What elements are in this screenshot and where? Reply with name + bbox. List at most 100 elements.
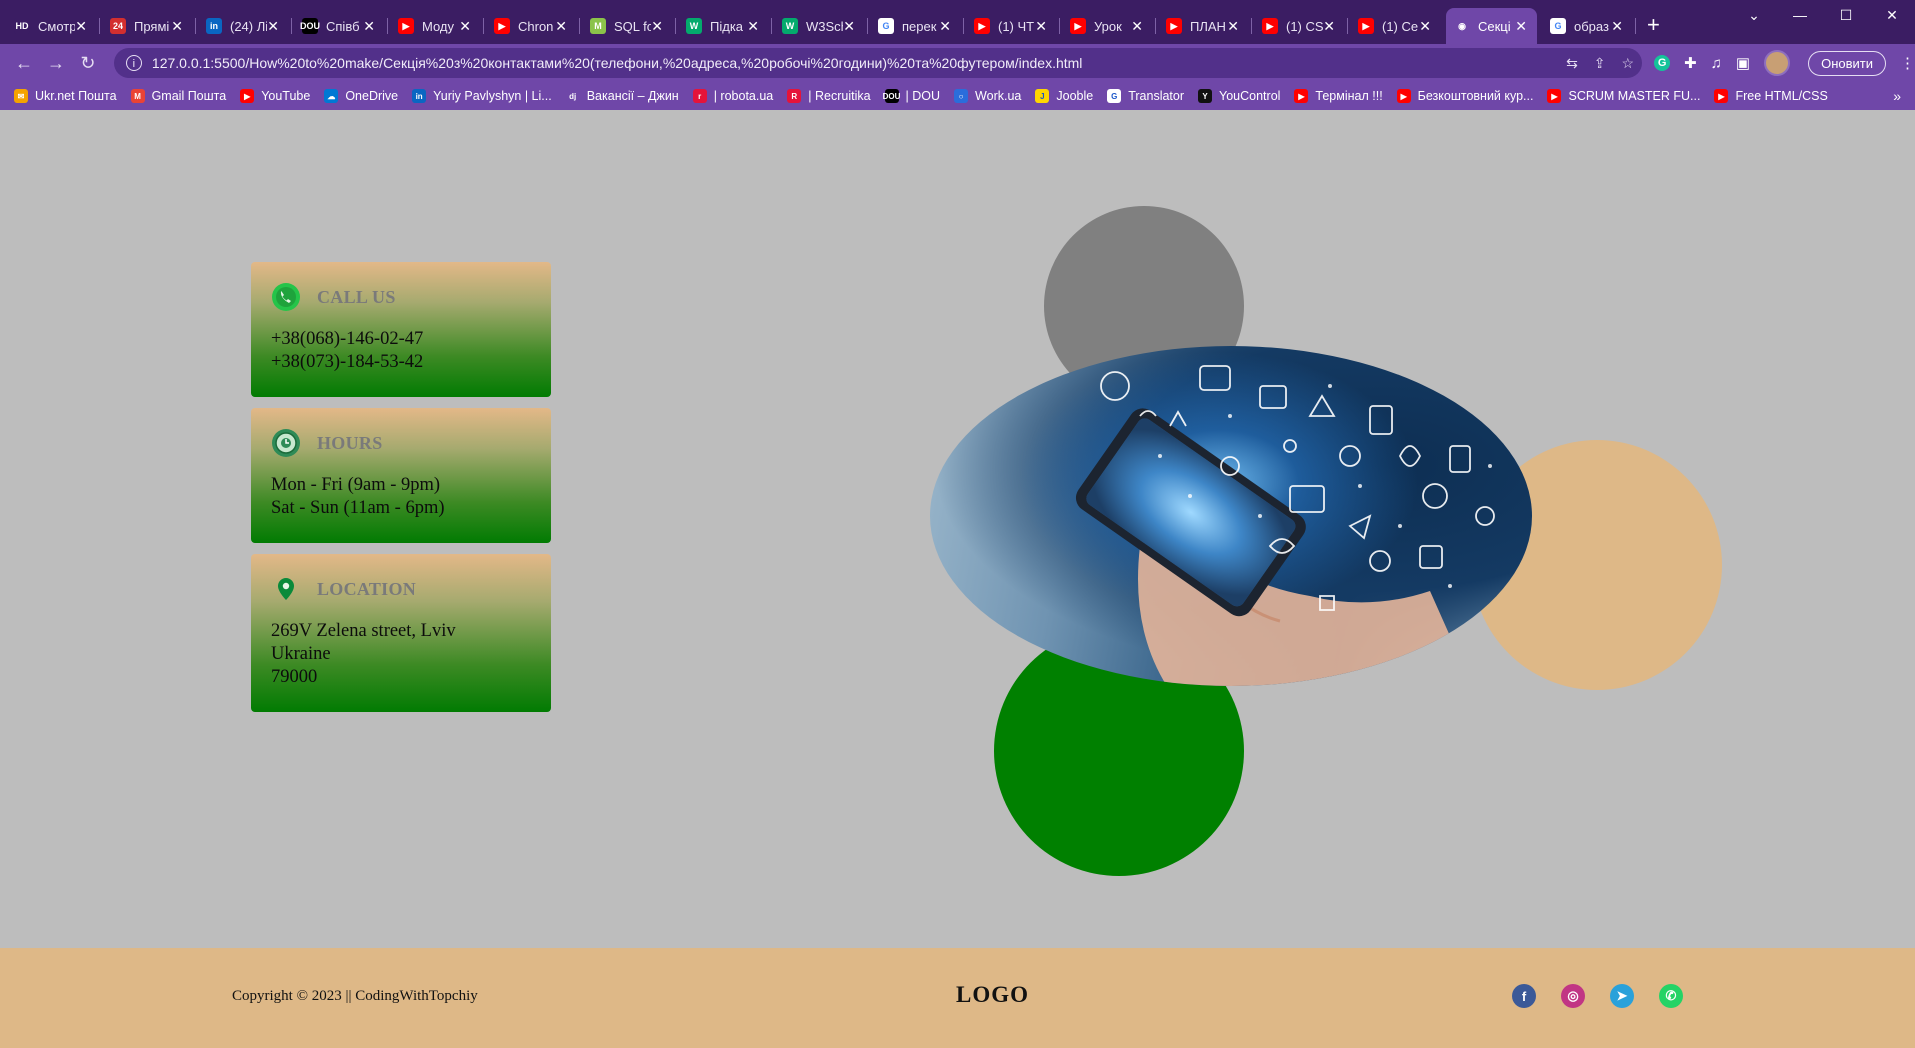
browser-tab[interactable]: W W3Sch✕ — [774, 8, 868, 44]
footer-logo[interactable]: LOGO — [956, 982, 1029, 1008]
close-tab-icon[interactable]: ✕ — [1323, 18, 1335, 35]
tab-list: HD Смотр ✕ 24 Прямі ✕ in (24) Лі ✕ DOU Співб ✕ ▶ Моду… — [0, 8, 1636, 44]
bookmark-item[interactable]: ✉ Ukr.net Пошта — [14, 89, 117, 103]
whatsapp-icon[interactable]: ✆ — [1659, 984, 1683, 1008]
translate-icon[interactable]: ⇆ — [1566, 55, 1578, 72]
browser-tab[interactable]: ▶ ПЛАН ✕ — [1158, 8, 1252, 44]
site-info-icon[interactable]: i — [125, 55, 142, 71]
bookmark-star-icon[interactable]: ☆ — [1622, 55, 1635, 72]
browser-tab[interactable]: Gперек ✕ — [870, 8, 964, 44]
reload-button[interactable]: ↻ — [72, 53, 104, 74]
close-tab-icon[interactable]: ✕ — [1515, 18, 1527, 35]
browser-tab[interactable]: Gобраз ✕ — [1542, 8, 1636, 44]
browser-tab[interactable]: ▶ Chron ✕ — [486, 8, 580, 44]
browser-tab[interactable]: ▶ Моду ✕ — [390, 8, 484, 44]
bookmark-item[interactable]: ▶ YouTube — [240, 89, 310, 103]
tab-title: (1) Се — [1382, 18, 1419, 34]
bookmark-item[interactable]: ▶ Free HTML/CSS — [1714, 89, 1828, 103]
tab-search-button[interactable]: ⌄ — [1731, 0, 1777, 30]
bookmark-item[interactable]: dj Вакансії – Джин — [565, 89, 679, 103]
address-postcode: 79000 — [271, 667, 318, 687]
menu-icon[interactable]: ⋮ — [1900, 54, 1915, 72]
bookmark-item[interactable]: G Translator — [1107, 89, 1184, 103]
browser-tab[interactable]: ◉ Секці ✕ — [1446, 8, 1537, 44]
bookmark-item[interactable]: M Gmail Пошта — [130, 89, 226, 103]
bookmark-label: Термінал !!! — [1315, 89, 1383, 103]
bookmark-favicon-icon: ○ — [954, 89, 969, 103]
close-tab-icon[interactable]: ✕ — [1131, 18, 1143, 35]
close-tab-icon[interactable]: ✕ — [1227, 18, 1239, 35]
m-icon: M — [590, 18, 606, 34]
bookmark-item[interactable]: in Yuriy Pavlyshyn | Li... — [412, 89, 552, 103]
browser-tab[interactable]: in (24) Лі ✕ — [198, 8, 292, 44]
bookmark-item[interactable]: ○ Work.ua — [954, 89, 1021, 103]
w3schools-icon: W — [686, 18, 702, 34]
browser-tab[interactable]: 24 Прямі ✕ — [102, 8, 196, 44]
bookmark-favicon-icon: DOU — [883, 89, 900, 103]
address-bar[interactable]: i 127.0.0.1:5500/How%20to%20make/Секція%… — [113, 48, 1643, 78]
close-tab-icon[interactable]: ✕ — [171, 18, 183, 35]
close-tab-icon[interactable]: ✕ — [459, 18, 471, 35]
new-tab-button[interactable]: + — [1647, 12, 1660, 38]
browser-tab[interactable]: DOU Співб ✕ — [294, 8, 388, 44]
close-window-button[interactable]: ✕ — [1869, 0, 1915, 30]
bookmark-label: Yuriy Pavlyshyn | Li... — [433, 89, 552, 103]
telegram-icon[interactable]: ➤ — [1610, 984, 1634, 1008]
close-tab-icon[interactable]: ✕ — [267, 18, 279, 35]
bookmark-favicon-icon: dj — [565, 89, 580, 103]
back-button[interactable]: ← — [8, 53, 40, 74]
close-tab-icon[interactable]: ✕ — [651, 18, 663, 35]
browser-tab[interactable]: HD Смотр ✕ — [6, 8, 100, 44]
phone-number: +38(073)-184-53-42 — [271, 352, 424, 372]
bookmark-list: ✉ Ukr.net Пошта M Gmail Пошта ▶ YouTube ☁ OneDr… — [0, 89, 1828, 103]
bookmark-item[interactable]: ▶ Термінал !!! — [1294, 89, 1383, 103]
bookmark-favicon-icon: ▶ — [1547, 89, 1562, 103]
bookmark-item[interactable]: DOU | DOU — [883, 89, 940, 103]
tab-title: SQL fo — [614, 18, 652, 34]
share-icon[interactable]: ⇪ — [1594, 55, 1606, 72]
location-pin-icon — [271, 574, 301, 604]
side-panel-icon[interactable]: ▣ — [1736, 54, 1750, 72]
close-tab-icon[interactable]: ✕ — [555, 18, 567, 35]
tab-title: Секці — [1478, 18, 1511, 34]
close-tab-icon[interactable]: ✕ — [75, 18, 87, 35]
close-tab-icon[interactable]: ✕ — [1035, 18, 1047, 35]
bookmarks-overflow-button[interactable]: » — [1893, 88, 1901, 104]
bookmark-label: | robota.ua — [713, 89, 774, 103]
forward-button[interactable]: → — [40, 53, 72, 74]
bookmark-label: Вакансії – Джин — [586, 89, 679, 103]
bookmark-item[interactable]: r | robota.ua — [692, 89, 774, 103]
browser-tab[interactable]: M SQL fo ✕ — [582, 8, 676, 44]
facebook-icon[interactable]: f — [1512, 984, 1536, 1008]
bookmark-item[interactable]: Y YouControl — [1198, 89, 1280, 103]
close-tab-icon[interactable]: ✕ — [747, 18, 759, 35]
update-button[interactable]: Оновити — [1808, 50, 1887, 76]
maximize-button[interactable]: ☐ — [1823, 0, 1869, 30]
hours-weekend: Sat - Sun (11am - 6pm) — [271, 498, 445, 518]
bookmark-item[interactable]: J Jooble — [1035, 89, 1093, 103]
close-tab-icon[interactable]: ✕ — [939, 18, 951, 35]
bookmark-item[interactable]: ▶ SCRUM MASTER FU... — [1547, 89, 1700, 103]
bookmark-item[interactable]: ☁ OneDrive — [324, 89, 398, 103]
browser-tab[interactable]: W Підка ✕ — [678, 8, 772, 44]
minimize-button[interactable]: — — [1777, 0, 1823, 30]
close-tab-icon[interactable]: ✕ — [843, 18, 855, 35]
browser-tab[interactable]: ▶ (1) CS ✕ — [1254, 8, 1348, 44]
media-control-icon[interactable]: ♫ — [1711, 55, 1722, 72]
browser-tab[interactable]: ▶ (1) Се ✕ — [1350, 8, 1441, 44]
close-tab-icon[interactable]: ✕ — [363, 18, 375, 35]
address-country: Ukraine — [271, 644, 331, 664]
grammarly-extension-icon[interactable]: G — [1654, 55, 1671, 71]
instagram-icon[interactable]: ◎ — [1561, 984, 1585, 1008]
close-tab-icon[interactable]: ✕ — [1419, 18, 1431, 35]
profile-avatar[interactable] — [1764, 50, 1791, 76]
bookmark-item[interactable]: R | Recruitika — [787, 89, 871, 103]
extensions-icon[interactable]: ✚ — [1684, 54, 1697, 72]
close-tab-icon[interactable]: ✕ — [1611, 18, 1623, 35]
location-header: LOCATION — [271, 574, 531, 604]
browser-tab[interactable]: ▶ Урок ✕ — [1062, 8, 1156, 44]
tab-title: Смотр — [38, 18, 76, 34]
browser-tab[interactable]: ▶ (1) ЧТ ✕ — [966, 8, 1060, 44]
bookmark-item[interactable]: ▶ Безкоштовний кур... — [1396, 89, 1533, 103]
tab-title: W3Sch — [806, 18, 843, 34]
